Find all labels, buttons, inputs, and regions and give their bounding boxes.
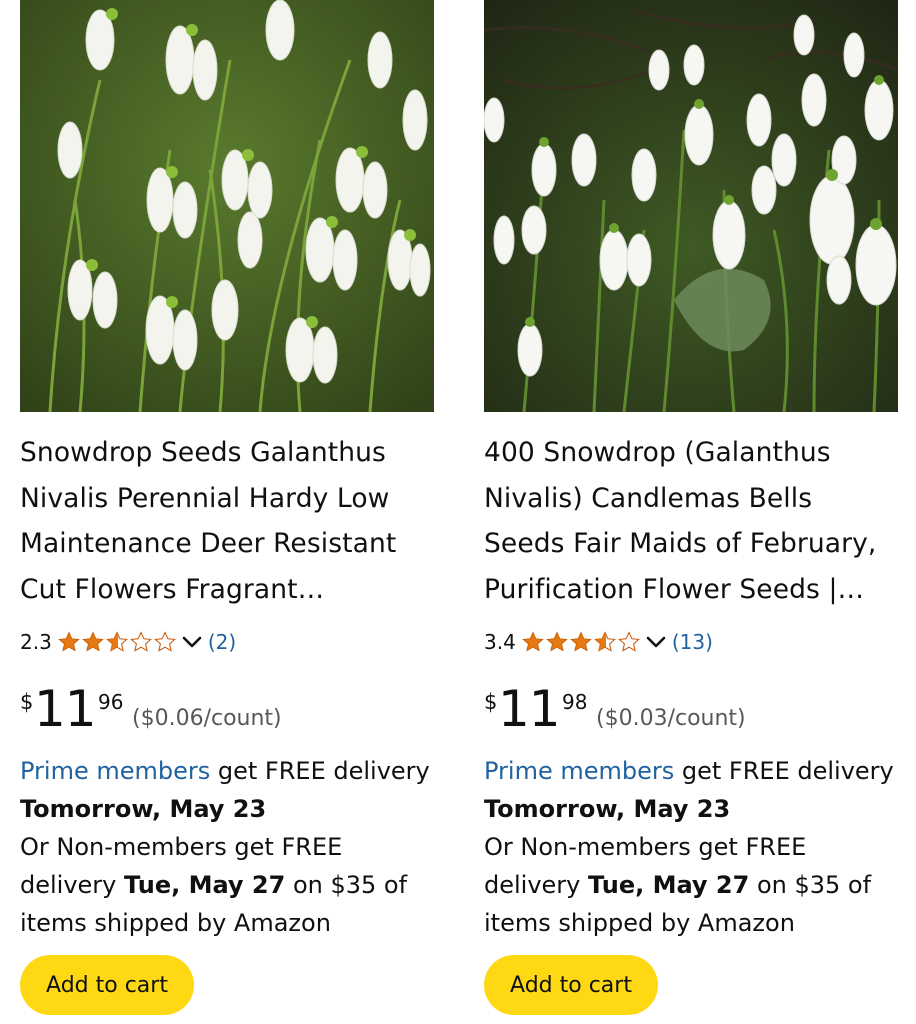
unit-price: ($0.06/count) [132, 706, 282, 731]
product-card[interactable]: Snowdrop Seeds Galanthus Nivalis Perenni… [20, 0, 434, 1024]
nonmember-delivery-date: Tue, May 27 [124, 871, 286, 899]
prime-delivery-text: get FREE delivery [210, 757, 430, 785]
unit-price: ($0.03/count) [596, 706, 746, 731]
delivery-info: Prime members get FREE delivery Tomorrow… [484, 752, 898, 942]
prime-members-link[interactable]: Prime members [20, 757, 210, 785]
price-fraction: 96 [98, 690, 124, 714]
price-fraction: 98 [562, 690, 588, 714]
rating-value: 3.4 [484, 630, 516, 654]
star-full-icon [522, 631, 544, 652]
price-whole: 11 [498, 680, 561, 738]
star-empty-icon [617, 631, 640, 652]
product-image[interactable] [20, 0, 434, 412]
price-currency: $ [484, 690, 498, 714]
add-to-cart-button[interactable]: Add to cart [20, 955, 194, 1015]
price-whole: 11 [34, 680, 97, 738]
star-empty-icon [129, 631, 152, 652]
nonmember-delivery-date: Tue, May 27 [588, 871, 750, 899]
star-full-icon [546, 631, 568, 652]
star-full-icon [570, 631, 592, 652]
prime-delivery-text: get FREE delivery [674, 757, 894, 785]
product-card[interactable]: 400 Snowdrop (Galanthus Nivalis) Candlem… [484, 0, 898, 1024]
review-count-link[interactable]: (2) [208, 630, 236, 654]
prime-delivery-date: Tomorrow, May 23 [20, 795, 267, 823]
prime-members-link[interactable]: Prime members [484, 757, 674, 785]
price-currency: $ [20, 690, 34, 714]
star-empty-icon [153, 631, 176, 652]
star-half-icon [105, 631, 128, 652]
chevron-down-icon[interactable] [646, 635, 666, 649]
star-full-icon [58, 631, 80, 652]
delivery-info: Prime members get FREE delivery Tomorrow… [20, 752, 434, 942]
snowdrop-photo [484, 0, 898, 412]
add-to-cart-button[interactable]: Add to cart [484, 955, 658, 1015]
product-title[interactable]: Snowdrop Seeds Galanthus Nivalis Perenni… [20, 430, 432, 612]
prime-delivery-date: Tomorrow, May 23 [484, 795, 731, 823]
chevron-down-icon[interactable] [182, 635, 202, 649]
product-image[interactable] [484, 0, 898, 412]
rating-value: 2.3 [20, 630, 52, 654]
rating-row: 2.3 (2) [20, 626, 236, 658]
snowdrop-photo [20, 0, 434, 412]
star-half-icon [593, 631, 616, 652]
rating-row: 3.4 (13) [484, 626, 713, 658]
star-rating[interactable] [58, 631, 178, 653]
review-count-link[interactable]: (13) [672, 630, 713, 654]
product-title[interactable]: 400 Snowdrop (Galanthus Nivalis) Candlem… [484, 430, 896, 612]
star-full-icon [82, 631, 104, 652]
star-rating[interactable] [522, 631, 642, 653]
